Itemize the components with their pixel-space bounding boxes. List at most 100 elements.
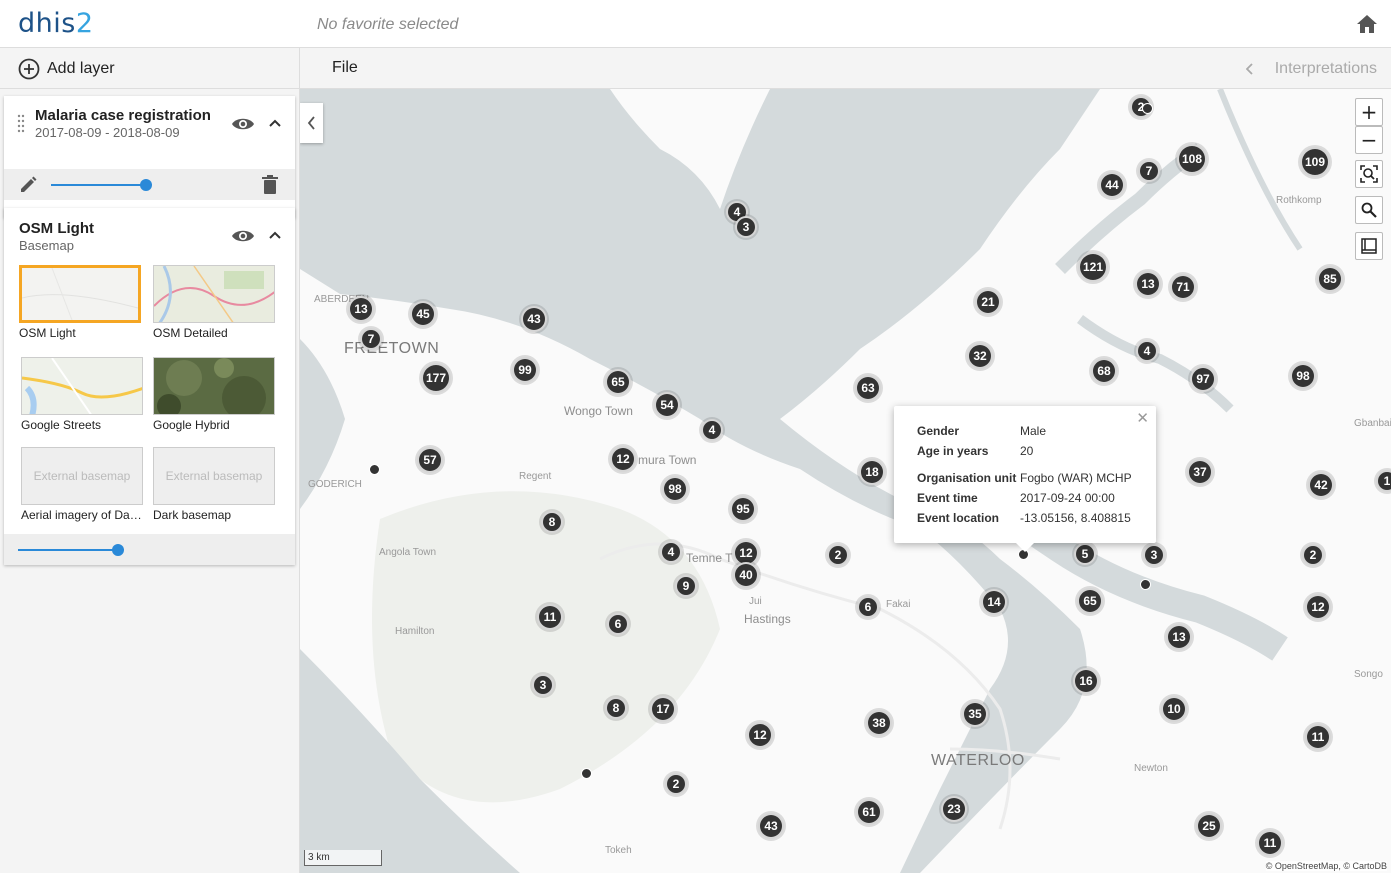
event-cluster[interactable]: 21 <box>975 289 1001 315</box>
event-cluster[interactable]: 37 <box>1187 459 1213 485</box>
visibility-eye-icon[interactable] <box>231 116 255 132</box>
event-cluster[interactable]: 1 <box>1376 470 1391 492</box>
event-cluster[interactable]: 44 <box>1099 172 1125 198</box>
event-cluster[interactable]: 5 <box>1074 543 1096 565</box>
close-icon[interactable]: ✕ <box>1136 409 1149 427</box>
fit-bounds-button[interactable] <box>1355 160 1383 188</box>
event-point[interactable] <box>1142 103 1153 114</box>
dhis2-logo[interactable]: dhis2 <box>18 8 94 39</box>
event-cluster[interactable]: 54 <box>654 392 680 418</box>
basemap-option-google-streets[interactable]: Google Streets <box>21 357 143 432</box>
event-cluster[interactable]: 35 <box>962 701 988 727</box>
event-point[interactable] <box>581 768 592 779</box>
event-cluster[interactable]: 43 <box>521 306 547 332</box>
event-cluster[interactable]: 3 <box>1143 544 1165 566</box>
event-cluster[interactable]: 61 <box>856 799 882 825</box>
add-layer-button[interactable]: Add layer <box>0 48 299 89</box>
event-cluster[interactable]: 7 <box>1138 160 1160 182</box>
event-cluster[interactable]: 25 <box>1196 813 1222 839</box>
event-cluster[interactable]: 11 <box>1257 830 1283 856</box>
zoom-out-button[interactable]: − <box>1355 126 1383 154</box>
event-cluster[interactable]: 6 <box>857 596 879 618</box>
event-point[interactable] <box>1140 579 1151 590</box>
interpretations-toggle[interactable]: Interpretations <box>1275 60 1377 78</box>
event-cluster[interactable]: 95 <box>730 496 756 522</box>
event-cluster[interactable]: 45 <box>410 301 436 327</box>
event-cluster[interactable]: 3 <box>532 674 554 696</box>
event-cluster[interactable]: 38 <box>866 710 892 736</box>
event-cluster[interactable]: 71 <box>1170 274 1196 300</box>
event-cluster[interactable]: 65 <box>605 369 631 395</box>
event-cluster[interactable]: 177 <box>421 363 451 393</box>
event-cluster[interactable]: 14 <box>981 589 1007 615</box>
event-cluster[interactable]: 23 <box>941 796 967 822</box>
event-cluster[interactable]: 2 <box>665 773 687 795</box>
search-button[interactable] <box>1355 196 1383 224</box>
measure-button[interactable] <box>1355 232 1383 260</box>
event-cluster[interactable]: 6 <box>607 613 629 635</box>
zoom-in-button[interactable]: + <box>1355 98 1383 126</box>
event-cluster[interactable]: 18 <box>859 459 885 485</box>
event-cluster[interactable]: 4 <box>701 419 723 441</box>
collapse-chevron-icon[interactable] <box>268 230 282 240</box>
drag-handle-icon[interactable] <box>17 114 25 134</box>
basemap-option-osm-light[interactable]: OSM Light <box>19 265 141 340</box>
collapse-panel-button[interactable] <box>300 103 323 143</box>
event-cluster[interactable]: 57 <box>417 447 443 473</box>
map-canvas[interactable]: FREETOWN Wongo Town mura Town Regent Tem… <box>300 89 1391 873</box>
event-cluster[interactable]: 98 <box>662 476 688 502</box>
event-cluster[interactable]: 12 <box>610 446 636 472</box>
event-cluster[interactable]: 2 <box>1302 544 1324 566</box>
event-cluster[interactable]: 17 <box>650 696 676 722</box>
event-cluster[interactable]: 11 <box>537 604 563 630</box>
basemap-option-google-hybrid[interactable]: Google Hybrid <box>153 357 275 432</box>
event-cluster[interactable]: 8 <box>541 511 563 533</box>
event-cluster[interactable]: 43 <box>758 813 784 839</box>
delete-trash-icon[interactable] <box>262 175 278 195</box>
event-cluster[interactable]: 9 <box>675 575 697 597</box>
opacity-slider-thumb[interactable] <box>140 179 152 191</box>
event-cluster[interactable]: 109 <box>1300 147 1330 177</box>
event-cluster[interactable]: 13 <box>1135 271 1161 297</box>
opacity-slider-track[interactable] <box>18 549 118 551</box>
event-cluster[interactable]: 68 <box>1091 358 1117 384</box>
basemap-option-dark[interactable]: External basemap Dark basemap <box>153 447 275 522</box>
event-cluster[interactable]: 32 <box>967 343 993 369</box>
event-cluster[interactable]: 12 <box>747 722 773 748</box>
basemap-option-aerial[interactable]: External basemap Aerial imagery of Dar..… <box>21 447 143 522</box>
event-cluster[interactable]: 99 <box>512 357 538 383</box>
event-cluster[interactable]: 7 <box>360 328 382 350</box>
event-cluster[interactable]: 40 <box>733 562 759 588</box>
event-cluster[interactable]: 108 <box>1177 144 1207 174</box>
event-cluster[interactable]: 121 <box>1078 252 1108 282</box>
event-cluster[interactable]: 97 <box>1190 366 1216 392</box>
event-cluster[interactable]: 2 <box>827 544 849 566</box>
file-menu[interactable]: File <box>332 59 358 77</box>
basemap-card-footer <box>4 534 295 565</box>
event-cluster[interactable]: 16 <box>1073 668 1099 694</box>
event-cluster[interactable]: 63 <box>855 375 881 401</box>
event-cluster[interactable]: 85 <box>1317 266 1343 292</box>
visibility-eye-icon[interactable] <box>231 228 255 244</box>
collapse-chevron-icon[interactable] <box>268 118 282 128</box>
edit-pencil-icon[interactable] <box>18 175 38 195</box>
event-cluster[interactable]: 98 <box>1290 363 1316 389</box>
event-cluster[interactable]: 4 <box>1136 340 1158 362</box>
event-cluster[interactable]: 10 <box>1161 696 1187 722</box>
event-cluster[interactable]: 8 <box>605 697 627 719</box>
event-cluster[interactable]: 3 <box>735 216 757 238</box>
event-cluster[interactable]: 13 <box>1166 624 1192 650</box>
event-cluster[interactable]: 12 <box>1305 594 1331 620</box>
basemap-option-osm-detailed[interactable]: OSM Detailed <box>153 265 275 340</box>
event-cluster[interactable]: 4 <box>660 541 682 563</box>
chevron-left-icon[interactable] <box>1246 63 1254 75</box>
opacity-slider-track[interactable] <box>51 184 146 186</box>
opacity-slider-thumb[interactable] <box>112 544 124 556</box>
event-cluster[interactable]: 42 <box>1308 472 1334 498</box>
place-label: Gbanbai <box>1354 418 1391 429</box>
event-cluster[interactable]: 65 <box>1077 588 1103 614</box>
event-point[interactable] <box>369 464 380 475</box>
event-cluster[interactable]: 13 <box>348 296 374 322</box>
home-icon[interactable] <box>1356 14 1378 34</box>
event-cluster[interactable]: 11 <box>1305 724 1331 750</box>
